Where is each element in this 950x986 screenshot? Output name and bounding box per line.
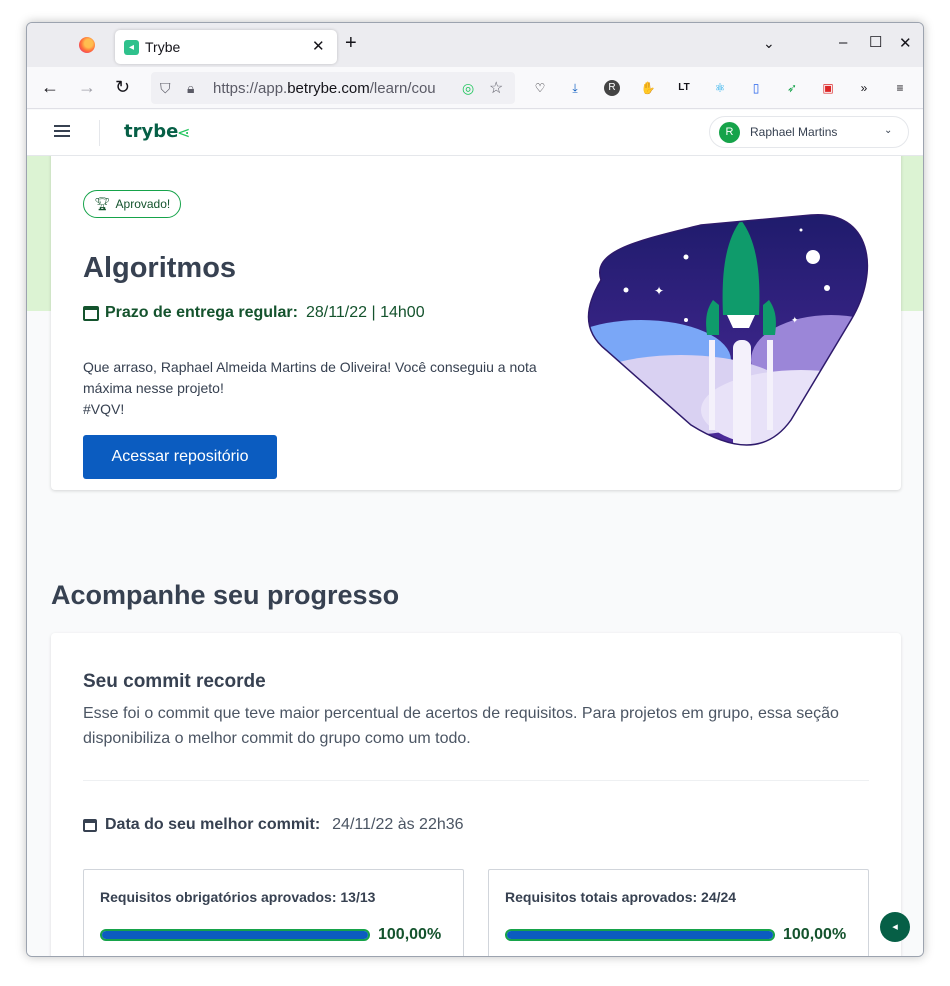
maximize-icon[interactable]: ☐: [869, 33, 882, 51]
svg-text:✦: ✦: [654, 284, 664, 298]
url-text[interactable]: https://app.betrybe.com/learn/cou: [213, 80, 455, 97]
total-percent: 100,00%: [783, 926, 847, 943]
calendar-icon: [83, 305, 99, 321]
minimize-icon[interactable]: –: [839, 34, 847, 51]
tab-bar: ◂ Trybe ✕ + ⌄ – ☐ ✕: [27, 23, 923, 67]
forward-icon[interactable]: →: [78, 77, 96, 98]
deadline: Prazo de entrega regular: 28/11/22 | 14h…: [83, 304, 425, 322]
congrats-text: Que arraso, Raphael Almeida Martins de O…: [83, 359, 537, 396]
lock-icon[interactable]: 🔒︎: [187, 80, 194, 97]
total-requirements-label: Requisitos totais aprovados: 24/24: [505, 889, 737, 905]
deadline-value: 28/11/22 | 14h00: [305, 304, 425, 321]
mandatory-requirements-label: Requisitos obrigatórios aprovados: 13/13: [100, 889, 376, 905]
phone-extension-icon[interactable]: ▯: [748, 80, 764, 96]
languagetool-icon[interactable]: LT: [676, 80, 692, 96]
page: trybe ⋖ R Raphael Martins ⌄ 🏆︎ Aprovado!…: [27, 110, 923, 956]
more-extensions-icon[interactable]: »: [856, 80, 872, 96]
download-icon[interactable]: ⤓: [567, 80, 583, 96]
leaf-extension-icon[interactable]: ➶: [784, 80, 800, 96]
best-commit-label: Data do seu melhor commit:: [105, 816, 321, 833]
trybe-favicon-icon: ◂: [124, 40, 139, 55]
trophy-icon: 🏆︎: [94, 196, 111, 211]
menu-icon[interactable]: ≡: [892, 80, 908, 96]
congrats-hashtag: #VQV!: [83, 401, 125, 417]
total-progress-fill: [507, 931, 773, 939]
deadline-label: Prazo de entrega regular:: [105, 304, 298, 321]
section-divider: [83, 780, 869, 781]
shield-icon[interactable]: ⛉: [160, 80, 171, 97]
rocket-illustration: ✦ ✦: [587, 214, 869, 446]
reload-icon[interactable]: ↻: [115, 77, 130, 98]
mandatory-percent: 100,00%: [378, 926, 442, 943]
mandatory-requirements-box: Requisitos obrigatórios aprovados: 13/13…: [83, 869, 464, 956]
hamburger-menu-icon[interactable]: [54, 125, 70, 137]
bookmark-star-icon[interactable]: ☆: [489, 78, 503, 98]
app-header: trybe ⋖ R Raphael Martins ⌄: [27, 110, 923, 156]
mandatory-progress-fill: [102, 931, 368, 939]
commit-record-card: Seu commit recorde Esse foi o commit que…: [51, 633, 901, 956]
progress-section-title: Acompanhe seu progresso: [51, 580, 400, 610]
tab-title: Trybe: [145, 39, 181, 55]
react-devtools-icon[interactable]: ⚛: [712, 80, 728, 96]
badge-label: Aprovado!: [115, 197, 171, 211]
congrats-message: Que arraso, Raphael Almeida Martins de O…: [83, 357, 573, 420]
browser-window: ◂ Trybe ✕ + ⌄ – ☐ ✕ ← → ↻ ⛉ 🔒︎ https://a…: [26, 22, 924, 957]
commit-record-title: Seu commit recorde: [83, 671, 266, 692]
tab-trybe[interactable]: ◂ Trybe ✕: [115, 30, 337, 64]
avatar: R: [719, 122, 740, 143]
url-bar[interactable]: ⛉ 🔒︎ https://app.betrybe.com/learn/cou ◎…: [151, 72, 515, 104]
chevron-down-icon: ⌄: [884, 125, 893, 136]
project-card: 🏆︎ Aprovado! Algoritmos Prazo de entrega…: [51, 140, 901, 490]
nav-bar: ← → ↻ ⛉ 🔒︎ https://app.betrybe.com/learn…: [27, 67, 923, 109]
mandatory-progress-bar: [100, 929, 370, 941]
close-window-icon[interactable]: ✕: [899, 34, 912, 52]
trybe-logo[interactable]: trybe: [124, 121, 178, 142]
approved-badge: 🏆︎ Aprovado!: [83, 190, 182, 218]
user-name: Raphael Martins: [750, 125, 838, 139]
best-commit-value: 24/11/22 às 22h36: [332, 816, 464, 833]
r-extension-icon[interactable]: R: [604, 80, 620, 96]
access-repository-button[interactable]: Acessar repositório: [83, 435, 277, 479]
gnome-extension-icon[interactable]: ✋: [640, 80, 656, 96]
total-progress-bar: [505, 929, 775, 941]
user-menu[interactable]: R Raphael Martins ⌄: [709, 116, 909, 148]
tab-close-icon[interactable]: ✕: [312, 37, 325, 55]
project-title: Algoritmos: [83, 252, 237, 284]
extension-target-icon[interactable]: ◎: [462, 80, 474, 97]
new-tab-button[interactable]: +: [345, 32, 357, 55]
header-divider: [99, 120, 100, 146]
best-commit-date: Data do seu melhor commit: 24/11/22 às 2…: [83, 816, 464, 834]
calendar-icon: [83, 818, 97, 832]
feedback-fab-icon[interactable]: ◂: [880, 912, 910, 942]
svg-text:✦: ✦: [791, 316, 799, 326]
firefox-icon[interactable]: [79, 37, 95, 53]
total-requirements-box: Requisitos totais aprovados: 24/24 100,0…: [488, 869, 869, 956]
back-icon[interactable]: ←: [41, 77, 59, 98]
commit-record-description: Esse foi o commit que teve maior percent…: [83, 705, 839, 747]
notification-extension-icon[interactable]: ▣: [820, 80, 836, 96]
pocket-icon[interactable]: ♡: [532, 80, 548, 96]
trybe-logo-mark-icon: ⋖: [177, 125, 191, 142]
tab-list-chevron-icon[interactable]: ⌄: [763, 35, 775, 52]
